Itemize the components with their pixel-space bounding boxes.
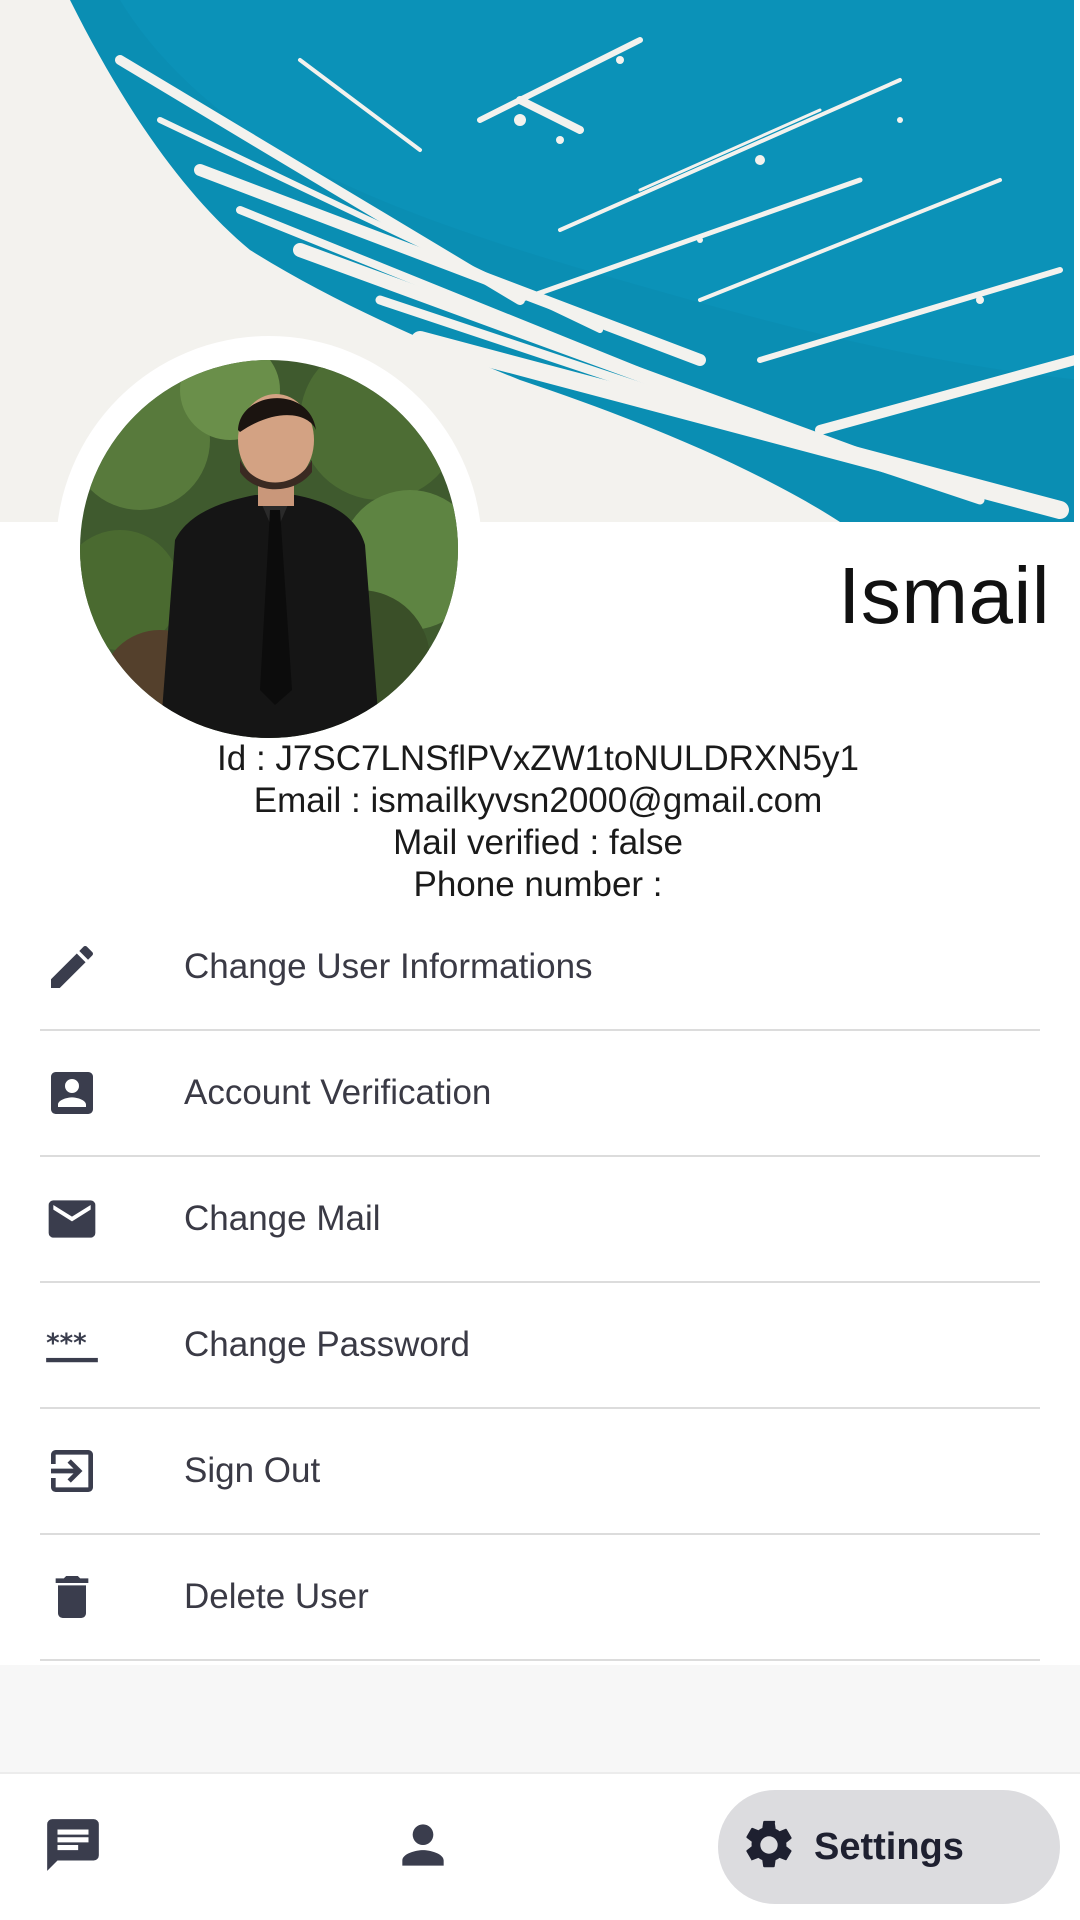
profile-screen: Ismail Id : J7SC7LNSflPVxZW1toNULDRXN5y1…	[0, 0, 1080, 1920]
menu-item-label: Change Mail	[184, 1199, 381, 1238]
change-password-item[interactable]: *** Change Password	[40, 1283, 1040, 1409]
user-email: Email : ismailkyvsn2000@gmail.com	[253, 781, 823, 820]
menu-item-label: Account Verification	[184, 1073, 492, 1112]
mail-icon	[44, 1191, 100, 1247]
change-mail-item[interactable]: Change Mail	[40, 1157, 1040, 1283]
trash-icon	[44, 1569, 100, 1625]
menu-item-label: Sign Out	[184, 1451, 321, 1490]
nav-profile-button[interactable]	[390, 1814, 456, 1880]
user-info: Id : J7SC7LNSflPVxZW1toNULDRXN5y1 Email …	[0, 738, 1076, 906]
account-verification-item[interactable]: Account Verification	[40, 1031, 1040, 1157]
user-id: Id : J7SC7LNSflPVxZW1toNULDRXN5y1	[217, 739, 859, 778]
person-icon	[392, 1814, 454, 1881]
pencil-icon	[44, 939, 100, 995]
gear-icon	[740, 1816, 798, 1879]
edge-strip	[1074, 0, 1080, 1920]
phone-number: Phone number :	[413, 865, 663, 904]
nav-settings-label: Settings	[814, 1825, 964, 1868]
menu-item-label: Change Password	[184, 1325, 470, 1364]
nav-chat-button[interactable]	[40, 1814, 106, 1880]
user-name: Ismail	[838, 551, 1050, 640]
contact-card-icon	[44, 1065, 100, 1121]
nav-settings-button[interactable]: Settings	[718, 1790, 1060, 1904]
settings-menu: Change User Informations Account Verific…	[40, 905, 1040, 1661]
chat-icon	[42, 1814, 104, 1881]
content-bottom-area	[0, 1665, 1080, 1773]
delete-user-item[interactable]: Delete User	[40, 1535, 1040, 1661]
mail-verified-status: Mail verified : false	[393, 823, 683, 862]
password-icon: ***	[44, 1317, 100, 1373]
sign-out-item[interactable]: Sign Out	[40, 1409, 1040, 1535]
avatar[interactable]	[80, 360, 458, 738]
svg-text:***: ***	[46, 1328, 87, 1358]
bottom-navigation: Settings	[0, 1772, 1080, 1920]
menu-item-label: Delete User	[184, 1577, 369, 1616]
sign-out-icon	[44, 1443, 100, 1499]
change-user-info-item[interactable]: Change User Informations	[40, 905, 1040, 1031]
menu-item-label: Change User Informations	[184, 947, 593, 986]
